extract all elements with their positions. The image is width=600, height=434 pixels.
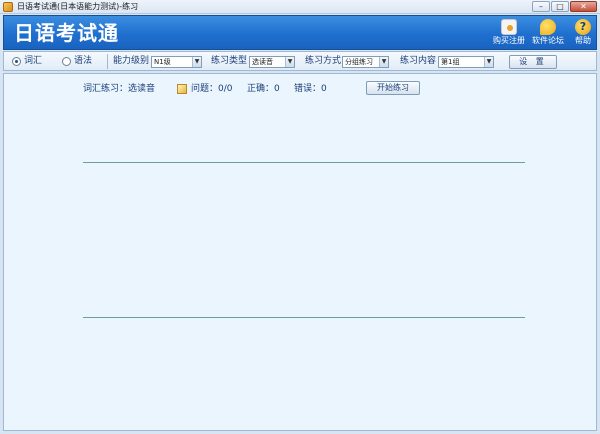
grammar-radio-label[interactable]: 语法 [74, 55, 92, 67]
toolbar-divider [107, 54, 108, 69]
minimize-button[interactable]: – [532, 1, 550, 12]
window-title: 日语考试通(日本语能力测试)-练习 [17, 2, 139, 11]
content-label: 练习内容 [400, 56, 437, 66]
forum-label: 软件论坛 [532, 36, 564, 45]
chevron-down-icon: ▼ [285, 57, 294, 67]
level-select-value: N1级 [154, 58, 171, 66]
help-button[interactable]: ? 帮助 [570, 17, 596, 49]
level-select[interactable]: N1级 ▼ [151, 56, 202, 68]
level-label: 能力级别 [113, 56, 150, 66]
close-button[interactable]: ✕ [570, 1, 597, 12]
app-title: 日语考试通 [14, 21, 119, 45]
chevron-down-icon: ▼ [484, 57, 493, 67]
buy-register-button[interactable]: 购买注册 [491, 17, 527, 49]
type-select[interactable]: 选读音 ▼ [249, 56, 295, 68]
content-select-value: 第1组 [441, 58, 460, 66]
vocab-radio[interactable] [12, 57, 21, 66]
register-icon [501, 19, 517, 35]
method-label: 练习方式 [305, 56, 342, 66]
type-select-value: 选读音 [252, 58, 273, 66]
correct-count: 正确：0 [247, 84, 280, 94]
question-icon [177, 84, 187, 94]
type-label: 练习类型 [211, 56, 248, 66]
question-count: 问题：0/0 [191, 84, 233, 94]
practice-mode-label: 词汇练习：选读音 [83, 84, 156, 94]
help-icon: ? [575, 19, 591, 35]
forum-bulb-icon [540, 19, 556, 35]
practice-toolbar: 词汇 语法 能力级别 N1级 ▼ 练习类型 选读音 ▼ 练习方式 分组练习 ▼ … [3, 51, 597, 71]
header-banner: 日语考试通 购买注册 软件论坛 ? 帮助 [3, 15, 597, 50]
chevron-down-icon: ▼ [192, 57, 201, 67]
wrong-count: 错误：0 [294, 84, 327, 94]
vocab-radio-label[interactable]: 词汇 [24, 55, 42, 67]
method-select[interactable]: 分组练习 ▼ [342, 56, 389, 68]
practice-panel: 词汇练习：选读音 问题：0/0 正确：0 错误：0 开始练习 [3, 73, 597, 431]
maximize-button[interactable]: □ [551, 1, 569, 12]
help-label: 帮助 [575, 36, 591, 45]
app-icon [3, 2, 13, 12]
chevron-down-icon: ▼ [379, 57, 388, 67]
forum-button[interactable]: 软件论坛 [531, 17, 565, 49]
question-bottom-divider [83, 317, 525, 318]
content-select[interactable]: 第1组 ▼ [438, 56, 494, 68]
grammar-radio[interactable] [62, 57, 71, 66]
window-titlebar: 日语考试通(日本语能力测试)-练习 – □ ✕ [0, 0, 600, 14]
method-select-value: 分组练习 [345, 58, 373, 66]
question-top-divider [83, 162, 525, 163]
buy-register-label: 购买注册 [493, 36, 525, 45]
settings-button[interactable]: 设 置 [509, 55, 557, 69]
start-practice-button[interactable]: 开始练习 [366, 81, 420, 95]
